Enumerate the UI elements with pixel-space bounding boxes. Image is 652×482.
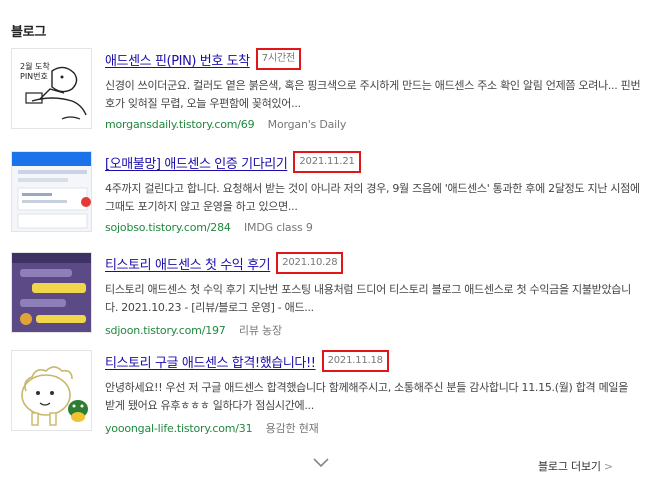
sketch-illustration-icon: 2월 도착 PIN번호 [12, 49, 91, 128]
post-snippet: 안녕하세요!! 우선 저 구글 애드센스 합격했습니다 함께해주시고, 소통해주… [105, 381, 629, 412]
post-author-link[interactable]: IMDG class 9 [244, 221, 313, 234]
post-thumbnail[interactable] [11, 350, 92, 431]
post-item: 2월 도착 PIN번호 애드센스 핀(PIN) 번호 도착 7시간전 신경이 쓰… [11, 48, 641, 132]
blog-more-label: 블로그 더보기 [538, 460, 601, 473]
svg-text:PIN번호: PIN번호 [20, 72, 48, 81]
post-author-link[interactable]: Morgan's Daily [268, 118, 347, 131]
post-date: 2021.10.28 [276, 252, 344, 274]
post-date: 7시간전 [255, 48, 301, 70]
post-date: 2021.11.21 [293, 151, 361, 173]
post-thumbnail[interactable] [11, 151, 92, 232]
app-screenshot-icon [12, 253, 91, 332]
chevron-down-icon [313, 458, 329, 468]
expand-more-button[interactable] [311, 455, 331, 469]
post-url-link[interactable]: sojobso.tistory.com/284 [105, 221, 231, 234]
post-title-link[interactable]: 티스토리 구글 애드센스 합격!했습니다!! [105, 352, 316, 371]
svg-text:2월 도착: 2월 도착 [20, 61, 50, 71]
post-url-link[interactable]: morgansdaily.tistory.com/69 [105, 118, 255, 131]
post-meta: yooongal-life.tistory.com/31 용감한 현재 [105, 420, 319, 436]
post-author-link[interactable]: 리뷰 농장 [239, 324, 282, 337]
post-meta: sojobso.tistory.com/284 IMDG class 9 [105, 221, 313, 234]
post-snippet: 티스토리 애드센스 첫 수익 후기 지난번 포스팅 내용처럼 드디어 티스토리 … [105, 283, 631, 314]
post-item: 티스토리 애드센스 첫 수익 후기 2021.10.28 티스토리 애드센스 첫… [11, 252, 641, 338]
post-meta: morgansdaily.tistory.com/69 Morgan's Dai… [105, 118, 346, 131]
post-url-link[interactable]: sdjoon.tistory.com/197 [105, 324, 226, 337]
post-item: [오매불망] 애드센스 인증 기다리기 2021.11.21 4주까지 걸린다고… [11, 151, 641, 235]
blog-more-link[interactable]: 블로그 더보기 > [538, 458, 613, 474]
post-snippet: 4주까지 걸린다고 합니다. 요청해서 받는 것이 아니라 저의 경우, 9월 … [105, 182, 640, 213]
dashboard-screenshot-icon [12, 152, 91, 231]
chevron-right-icon: > [603, 460, 613, 473]
post-url-link[interactable]: yooongal-life.tistory.com/31 [105, 422, 253, 435]
post-item: 티스토리 구글 애드센스 합격!했습니다!! 2021.11.18 안녕하세요!… [11, 350, 641, 436]
cartoon-sheep-icon [12, 351, 91, 430]
post-title-link[interactable]: 티스토리 애드센스 첫 수익 후기 [105, 254, 271, 273]
post-title-link[interactable]: 애드센스 핀(PIN) 번호 도착 [105, 50, 250, 69]
post-thumbnail[interactable]: 2월 도착 PIN번호 [11, 48, 92, 129]
post-date: 2021.11.18 [321, 350, 389, 372]
post-snippet: 신경이 쓰이더군요. 컬러도 옅은 붉은색, 혹은 핑크색으로 주시하게 만드는… [105, 79, 641, 110]
post-author-link[interactable]: 용감한 현재 [266, 422, 319, 435]
section-title: 블로그 [11, 25, 46, 40]
post-thumbnail[interactable] [11, 252, 92, 333]
post-meta: sdjoon.tistory.com/197 리뷰 농장 [105, 322, 282, 338]
post-title-link[interactable]: [오매불망] 애드센스 인증 기다리기 [105, 153, 288, 172]
